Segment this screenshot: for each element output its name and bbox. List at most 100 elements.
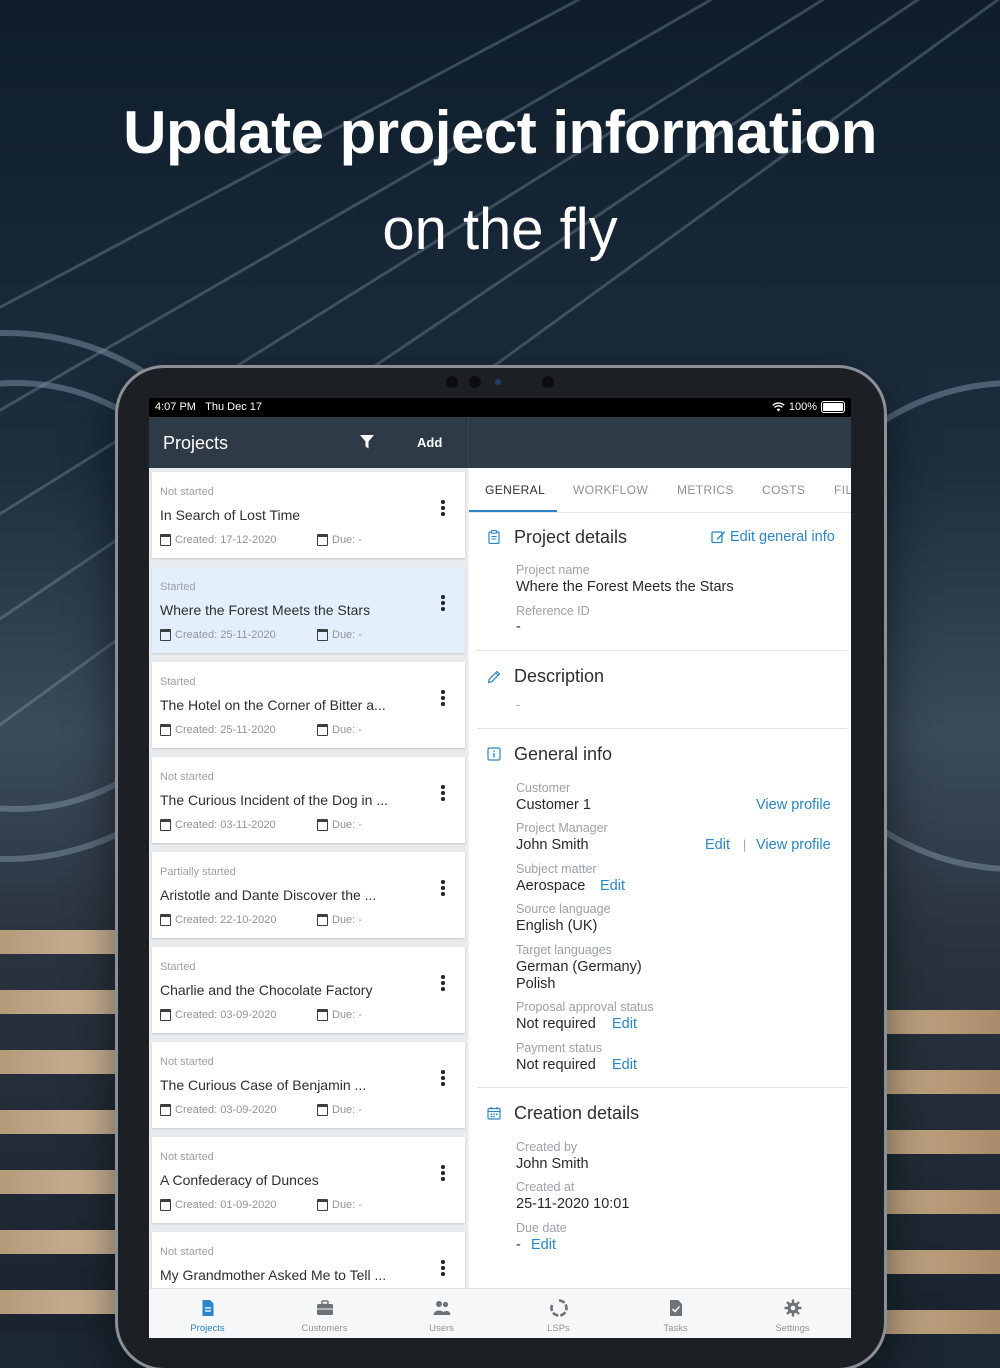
project-card-selected[interactable]: Started Where the Forest Meets the Stars… bbox=[152, 567, 465, 653]
nav-label: Customers bbox=[301, 1323, 348, 1334]
proposal-status-label: Proposal approval status bbox=[516, 1000, 654, 1014]
project-status: Not started bbox=[160, 1056, 214, 1068]
project-name: Where the Forest Meets the Stars bbox=[160, 602, 371, 618]
project-name: Aristotle and Dante Discover the ... bbox=[160, 887, 377, 903]
view-customer-profile-link[interactable]: View profile bbox=[756, 797, 831, 813]
battery-percent: 100% bbox=[788, 401, 817, 413]
due-date: Due: - bbox=[317, 1104, 362, 1116]
project-name: Charlie and the Chocolate Factory bbox=[160, 982, 373, 998]
project-card[interactable]: Not started My Grandmother Asked Me to T… bbox=[152, 1232, 465, 1288]
project-manager-value: John Smith bbox=[516, 837, 589, 853]
created-at-value: 25-11-2020 10:01 bbox=[516, 1196, 630, 1212]
nav-projects[interactable]: Projects bbox=[149, 1289, 266, 1338]
users-icon bbox=[433, 1301, 450, 1315]
created-date: Created: 01-09-2020 bbox=[160, 1199, 277, 1211]
edit-general-info-link[interactable]: Edit general info bbox=[711, 529, 835, 545]
edit-payment-status-link[interactable]: Edit bbox=[612, 1057, 637, 1073]
nav-users[interactable]: Users bbox=[383, 1289, 500, 1338]
tab-general[interactable]: GENERAL bbox=[485, 483, 545, 497]
project-status: Not started bbox=[160, 1151, 214, 1163]
more-options-icon[interactable] bbox=[437, 783, 449, 803]
more-options-icon[interactable] bbox=[437, 688, 449, 708]
created-date: Created: 25-11-2020 bbox=[160, 629, 276, 641]
project-card[interactable]: Not started In Search of Lost Time Creat… bbox=[152, 472, 465, 558]
edit-due-date-link[interactable]: Edit bbox=[531, 1237, 556, 1253]
more-options-icon[interactable] bbox=[437, 1163, 449, 1183]
app-header: Projects Add bbox=[149, 417, 851, 468]
calendar-icon bbox=[317, 914, 328, 926]
project-status: Not started bbox=[160, 486, 214, 498]
tab-workflow[interactable]: WORKFLOW bbox=[573, 483, 648, 497]
created-date: Created: 03-09-2020 bbox=[160, 1009, 277, 1021]
project-status: Partially started bbox=[160, 866, 236, 878]
due-date-value: - bbox=[516, 1237, 521, 1253]
project-card[interactable]: Partially started Aristotle and Dante Di… bbox=[152, 852, 465, 938]
calendar-icon bbox=[160, 629, 171, 641]
calendar-icon bbox=[317, 724, 328, 736]
due-date: Due: - bbox=[317, 534, 362, 546]
section-divider bbox=[477, 650, 847, 651]
payment-status-label: Payment status bbox=[516, 1041, 603, 1055]
project-name: My Grandmother Asked Me to Tell ... bbox=[160, 1267, 387, 1283]
view-manager-profile-link[interactable]: View profile bbox=[756, 837, 831, 853]
due-date: Due: - bbox=[317, 819, 362, 831]
more-options-icon[interactable] bbox=[437, 973, 449, 993]
proposal-status-value: Not required bbox=[516, 1016, 596, 1032]
tab-metrics[interactable]: METRICS bbox=[677, 483, 734, 497]
pencil-icon bbox=[487, 670, 501, 684]
customer-value: Customer 1 bbox=[516, 797, 591, 813]
project-card[interactable]: Started The Hotel on the Corner of Bitte… bbox=[152, 662, 465, 748]
edit-icon bbox=[711, 531, 726, 544]
creation-details-title: Creation details bbox=[514, 1103, 640, 1123]
task-check-icon bbox=[669, 1300, 682, 1316]
calendar-icon bbox=[317, 1104, 328, 1116]
project-name: In Search of Lost Time bbox=[160, 507, 301, 523]
due-date: Due: - bbox=[317, 724, 362, 736]
nav-tasks[interactable]: Tasks bbox=[617, 1289, 734, 1338]
project-card[interactable]: Not started A Confederacy of Dunces Crea… bbox=[152, 1137, 465, 1223]
more-options-icon[interactable] bbox=[437, 498, 449, 518]
nav-lsps[interactable]: LSPs bbox=[500, 1289, 617, 1338]
info-icon bbox=[487, 747, 501, 761]
edit-subject-matter-link[interactable]: Edit bbox=[600, 878, 625, 894]
more-options-icon[interactable] bbox=[437, 593, 449, 613]
created-date: Created: 03-11-2020 bbox=[160, 819, 276, 831]
created-date: Created: 25-11-2020 bbox=[160, 724, 276, 736]
nav-label: LSPs bbox=[547, 1323, 570, 1334]
due-date: Due: - bbox=[317, 629, 362, 641]
payment-status-value: Not required bbox=[516, 1057, 596, 1073]
calendar-icon bbox=[317, 1199, 328, 1211]
active-tab-indicator bbox=[469, 510, 557, 512]
due-date: Due: - bbox=[317, 1199, 362, 1211]
tab-files[interactable]: FIL bbox=[834, 483, 851, 497]
more-options-icon[interactable] bbox=[437, 878, 449, 898]
reference-id-value: - bbox=[516, 619, 521, 635]
reference-id-label: Reference ID bbox=[516, 604, 590, 618]
target-language-value: Polish bbox=[516, 976, 556, 992]
project-card[interactable]: Started Charlie and the Chocolate Factor… bbox=[152, 947, 465, 1033]
circle-notch-icon bbox=[549, 1299, 568, 1317]
wifi-icon bbox=[772, 402, 785, 412]
link-separator: | bbox=[743, 838, 747, 852]
description-title: Description bbox=[514, 666, 605, 686]
filter-icon[interactable] bbox=[359, 434, 375, 450]
edit-proposal-status-link[interactable]: Edit bbox=[612, 1016, 637, 1032]
more-options-icon[interactable] bbox=[437, 1068, 449, 1088]
nav-settings[interactable]: Settings bbox=[734, 1289, 851, 1338]
status-time: 4:07 PM Thu Dec 17 bbox=[155, 401, 263, 413]
detail-tabs: GENERAL WORKFLOW METRICS COSTS FIL bbox=[469, 468, 851, 513]
nav-customers[interactable]: Customers bbox=[266, 1289, 383, 1338]
calendar-icon bbox=[317, 534, 328, 546]
created-at-label: Created at bbox=[516, 1180, 575, 1194]
add-button[interactable]: Add bbox=[417, 435, 442, 450]
nav-label: Settings bbox=[775, 1323, 810, 1334]
tab-costs[interactable]: COSTS bbox=[762, 483, 805, 497]
calendar-icon bbox=[317, 819, 328, 831]
project-card[interactable]: Not started The Curious Incident of the … bbox=[152, 757, 465, 843]
project-details-title: Project details bbox=[514, 527, 628, 547]
calendar-icon bbox=[160, 1104, 171, 1116]
page-title: Projects bbox=[163, 433, 229, 453]
edit-project-manager-link[interactable]: Edit bbox=[705, 837, 730, 853]
more-options-icon[interactable] bbox=[437, 1258, 449, 1278]
project-card[interactable]: Not started The Curious Case of Benjamin… bbox=[152, 1042, 465, 1128]
